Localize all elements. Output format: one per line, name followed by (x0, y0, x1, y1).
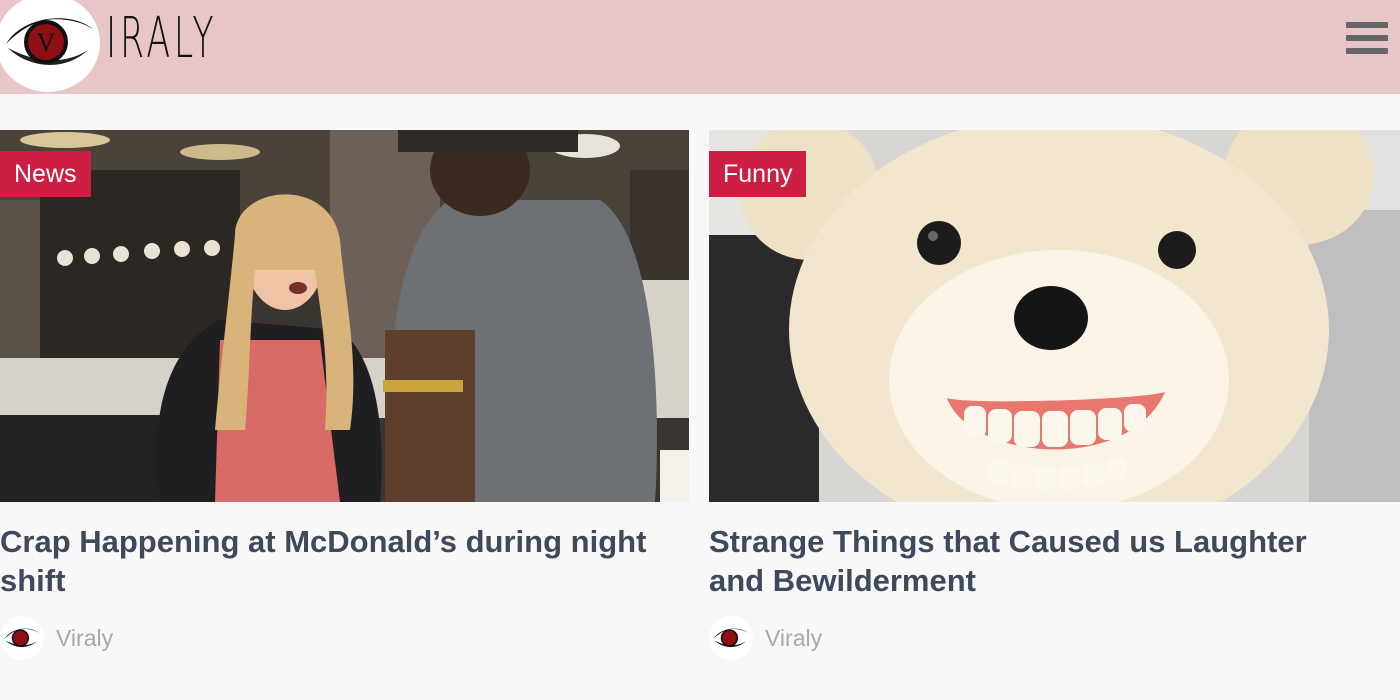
logo-text: IRALY (106, 6, 218, 71)
eye-logo-icon: V (6, 18, 94, 65)
hamburger-menu-icon[interactable] (1346, 20, 1390, 58)
author-avatar[interactable] (0, 616, 44, 660)
article-author: Viraly (709, 616, 822, 660)
author-name[interactable]: Viraly (765, 625, 822, 652)
teddy-bear-image (709, 130, 1400, 502)
category-badge[interactable]: Funny (709, 151, 807, 197)
article-card[interactable]: News Crap Happening at McDonald’s during… (0, 130, 689, 660)
author-name[interactable]: Viraly (56, 625, 113, 652)
mcdonalds-scene-image (0, 130, 689, 502)
eye-logo-icon (4, 628, 40, 648)
logo-letter: V (37, 28, 56, 57)
eye-logo-icon (713, 628, 749, 648)
category-badge[interactable]: News (0, 151, 91, 197)
article-thumbnail[interactable]: Funny (709, 130, 1400, 502)
article-title[interactable]: Crap Happening at McDonald’s during nigh… (0, 522, 660, 600)
article-thumbnail[interactable]: News (0, 130, 689, 502)
site-header: V IRALY (0, 0, 1400, 94)
article-card[interactable]: Funny Strange Things that Caused us Laug… (709, 130, 1400, 660)
author-avatar[interactable] (709, 616, 753, 660)
article-author: Viraly (0, 616, 113, 660)
article-title[interactable]: Strange Things that Caused us Laughter a… (709, 522, 1369, 600)
